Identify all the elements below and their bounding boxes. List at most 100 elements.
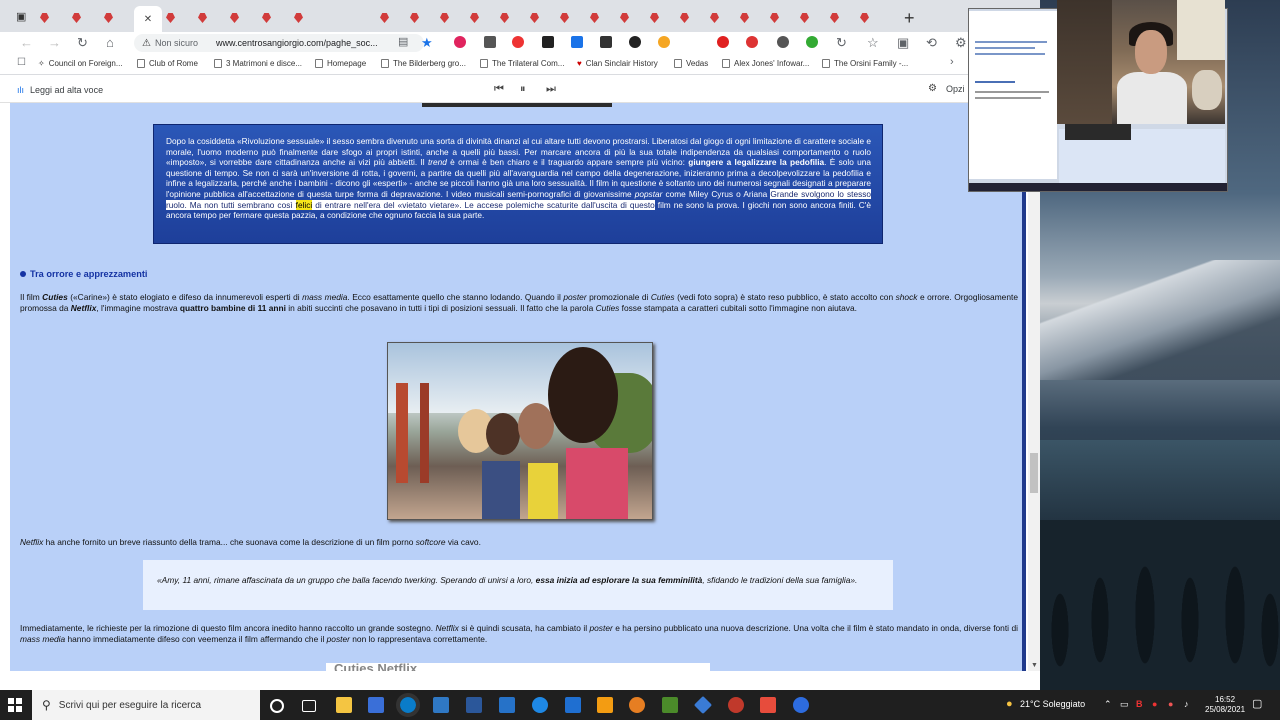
bookmark-item[interactable]: The Bilderberg gro... [381,59,466,68]
extension-icon[interactable] [600,36,612,48]
bookmark-item[interactable]: Homepage [315,59,366,68]
weather-text[interactable]: 21°C Soleggiato [1020,699,1085,709]
apps-icon[interactable]: ☐ [17,57,26,68]
bookmark-item[interactable]: ✧ Council on Foreign... [38,59,123,68]
bookmark-item[interactable]: Alex Jones' Infowar... [722,59,809,68]
cortana-icon[interactable] [270,699,284,713]
extension-icon[interactable] [542,36,554,48]
chevron-right-icon[interactable]: › [950,56,954,68]
app-icon[interactable] [499,697,515,713]
previous-icon[interactable]: ⏮ [494,83,504,96]
bookmark-star-icon[interactable]: ★ [421,35,433,51]
tab[interactable] [770,10,796,26]
app-icon[interactable] [565,697,581,713]
file-explorer-icon[interactable] [336,697,352,713]
tab[interactable] [680,10,706,26]
weather-icon[interactable]: ● [1006,698,1013,710]
tab[interactable] [650,10,676,26]
tray-chevron-icon[interactable]: ⌃ [1104,699,1112,710]
tab[interactable] [198,10,224,26]
store-icon[interactable] [368,697,384,713]
scroll-down-icon[interactable]: ▼ [1031,662,1038,669]
mail-icon[interactable] [433,697,449,713]
extension-icon[interactable] [806,36,818,48]
tab[interactable] [72,10,98,26]
volume-icon[interactable]: ♪ [1184,699,1189,709]
tab[interactable] [860,10,886,26]
task-view-icon[interactable] [302,700,316,712]
tray-app-icon[interactable]: ● [1168,699,1173,709]
reader-mode-icon[interactable]: ▤ [398,35,408,48]
url-text[interactable]: www.centrosangiorgio.com/paghe_soc... [216,38,378,48]
tab[interactable] [530,10,556,26]
home-icon[interactable]: ⌂ [106,35,114,50]
forward-icon[interactable]: → [48,35,61,50]
tab[interactable] [830,10,856,26]
sync-icon[interactable]: ↻ [836,35,847,51]
tab-active[interactable]: ✕ [134,6,162,32]
tab[interactable] [710,10,736,26]
tray-app-icon[interactable]: B [1136,699,1143,709]
tab-close-icon[interactable]: ✕ [144,14,152,25]
bookmark-item[interactable]: Vedas [674,59,708,68]
collections-icon[interactable]: ▣ [897,35,909,51]
windows-start-icon[interactable] [8,698,22,712]
address-bar[interactable]: ⚠ Non sicuro www.centrosangiorgio.com/pa… [134,34,424,52]
extension-icon[interactable] [484,36,496,48]
tray-app-icon[interactable]: ● [1152,699,1157,709]
tab[interactable] [380,10,406,26]
notifications-icon[interactable]: ▢ [1252,697,1262,710]
app-icon[interactable] [597,697,613,713]
extension-icon[interactable] [658,36,670,48]
word-icon[interactable] [466,697,482,713]
app-icon[interactable] [793,697,809,713]
back-icon[interactable]: ← [20,35,33,50]
tab[interactable] [470,10,496,26]
new-tab-icon[interactable]: + [904,8,915,29]
bookmark-item[interactable]: 3 Matrimoni e disce... [214,59,302,68]
tab[interactable] [620,10,646,26]
tab[interactable] [262,10,288,26]
tab[interactable] [350,10,376,123]
edge-icon[interactable] [396,693,420,717]
reload-icon[interactable]: ↻ [77,35,88,51]
extension-icon[interactable] [512,36,524,48]
scrollbar-thumb[interactable] [1030,453,1038,493]
read-aloud-button[interactable]: ılı Leggi ad alta voce [17,85,103,95]
app-icon[interactable] [728,697,744,713]
tab[interactable] [800,10,826,26]
tab[interactable] [166,10,192,26]
bookmark-item[interactable]: ♥ Clan Sinclair History [577,59,658,68]
extension-icon[interactable] [717,36,729,48]
network-icon[interactable]: ▭ [1120,699,1129,710]
bookmark-item[interactable]: The Trilateral Com... [480,59,564,68]
voice-options-icon[interactable]: ⚙ [928,83,937,94]
app-icon[interactable] [693,695,713,715]
bookmark-item[interactable]: Club of Rome [137,59,198,68]
extension-icon[interactable] [629,36,641,48]
tab[interactable] [294,10,320,26]
app-icon[interactable] [662,697,678,713]
tab[interactable] [40,10,66,26]
pause-icon[interactable]: ⏸ [520,83,526,96]
extension-icon[interactable] [571,36,583,48]
extension-icon[interactable] [746,36,758,48]
tab[interactable] [740,10,766,26]
ie-icon[interactable] [532,697,548,713]
tab[interactable] [322,10,348,123]
extension-icon[interactable] [454,36,466,48]
tab[interactable] [104,10,130,26]
taskbar-search[interactable]: ⚲ Scrivi qui per eseguire la ricerca [32,690,260,720]
app-icon[interactable] [629,697,645,713]
favorites-icon[interactable]: ☆ [867,35,879,51]
settings-icon[interactable]: ⚙ [955,35,967,51]
tab[interactable] [230,10,256,26]
tab[interactable] [440,10,466,26]
voice-options-label[interactable]: Opzi [946,84,965,94]
tab[interactable] [500,10,526,26]
tab[interactable] [410,10,436,26]
extension-icon[interactable] [777,36,789,48]
tab-menu-icon[interactable]: ▣ [16,10,26,23]
next-icon[interactable]: ⏭ [546,83,556,96]
bookmark-item[interactable]: The Orsini Family -... [822,59,908,68]
